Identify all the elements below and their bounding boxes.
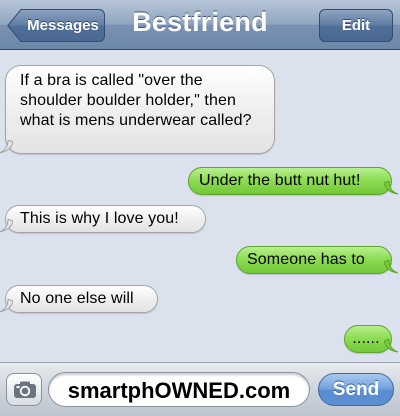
message-text: This is why I love you! (20, 210, 179, 227)
message-text: No one else will (20, 290, 134, 307)
bubble-tail (0, 140, 13, 154)
message-bubble-incoming: This is why I love you! (0, 205, 206, 233)
message-composer: smartphOWNED.com Send (0, 362, 400, 416)
message-bubble-incoming: If a bra is called "over the shoulder bo… (0, 65, 275, 154)
message-bubble-outgoing: Someone has to (236, 246, 398, 274)
bubble-tail (0, 299, 13, 313)
message-text: Under the butt nut hut! (199, 172, 361, 189)
camera-button[interactable] (6, 373, 42, 406)
message-bubble-outgoing: Under the butt nut hut! (188, 167, 398, 195)
bubble-tail (384, 181, 398, 195)
message-text: Someone has to (247, 251, 365, 268)
send-button[interactable]: Send (318, 373, 394, 406)
camera-icon (14, 381, 36, 398)
bubble-tail (384, 260, 398, 274)
edit-button[interactable]: Edit (319, 9, 393, 42)
message-text: ...... (352, 330, 380, 347)
message-input[interactable]: smartphOWNED.com (48, 372, 310, 407)
bubble-tail (0, 219, 13, 233)
message-thread[interactable]: If a bra is called "over the shoulder bo… (0, 51, 400, 362)
message-text: If a bra is called "over the shoulder bo… (20, 72, 252, 129)
message-bubble-incoming: No one else will (0, 285, 158, 313)
navigation-bar: Messages Bestfriend Edit (0, 0, 400, 50)
bubble-tail (384, 339, 398, 353)
message-input-value: smartphOWNED.com (67, 378, 291, 403)
message-bubble-outgoing: ...... (344, 325, 398, 353)
